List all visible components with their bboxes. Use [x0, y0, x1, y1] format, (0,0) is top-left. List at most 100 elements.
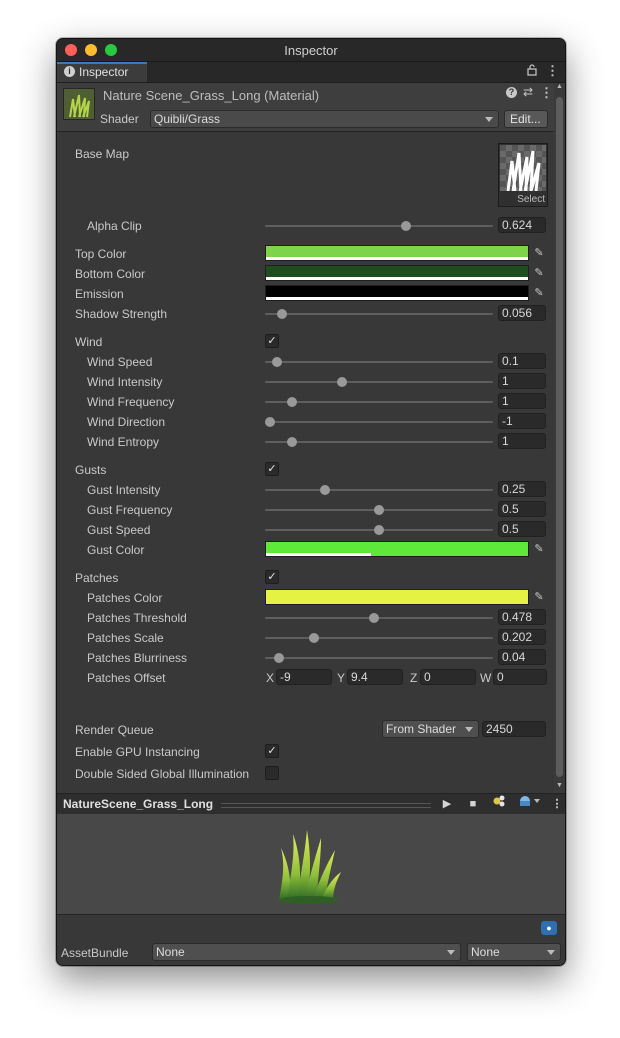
patches-blurriness-slider[interactable] — [265, 653, 493, 663]
gust-intensity-slider[interactable] — [265, 485, 493, 495]
material-preview[interactable] — [57, 814, 565, 914]
wind-intensity-label: Wind Intensity — [87, 375, 163, 389]
eyedropper-icon[interactable]: ✎ — [531, 285, 547, 301]
wind-intensity-slider-thumb[interactable] — [336, 377, 347, 387]
render-queue-input[interactable]: 2450 — [482, 721, 546, 737]
emission-color-field[interactable] — [265, 285, 529, 301]
offset-y-input[interactable]: 9.4 — [347, 669, 403, 685]
wind-speed-slider-thumb[interactable] — [271, 357, 282, 367]
preview-menu-icon[interactable]: ⋮ — [547, 794, 565, 814]
patches-color-field[interactable] — [265, 589, 529, 605]
offset-z-input[interactable]: 0 — [420, 669, 476, 685]
shader-dropdown[interactable]: Quibli/Grass — [150, 110, 499, 128]
gust-frequency-input[interactable]: 0.5 — [498, 501, 546, 517]
wind-speed-slider[interactable] — [265, 357, 493, 367]
eyedropper-icon[interactable]: ✎ — [531, 541, 547, 557]
alpha-clip-input[interactable]: 0.624 — [498, 217, 546, 233]
component-menu-icon[interactable]: ⋮ — [540, 85, 553, 101]
info-icon: i — [64, 66, 75, 77]
wind-frequency-input[interactable]: 1 — [498, 393, 546, 409]
preview-drag-handle[interactable] — [221, 803, 431, 808]
patches-threshold-slider-thumb[interactable] — [369, 613, 380, 623]
material-header: Nature Scene_Grass_Long (Material) ? ⇄ ⋮… — [57, 83, 565, 132]
gust-speed-input[interactable]: 0.5 — [498, 521, 546, 537]
gust-color-label: Gust Color — [87, 543, 145, 557]
render-queue-label: Render Queue — [75, 723, 154, 737]
lighting-icon[interactable] — [489, 794, 509, 814]
render-queue-mode: From Shader — [386, 722, 457, 736]
tag-icon[interactable]: ● — [541, 921, 557, 935]
scroll-up-icon[interactable]: ▲ — [556, 83, 563, 90]
patches-offset-label: Patches Offset — [87, 671, 166, 685]
wind-entropy-slider[interactable] — [265, 437, 493, 447]
scroll-down-icon[interactable]: ▼ — [556, 782, 563, 789]
wind-intensity-slider[interactable] — [265, 377, 493, 387]
wind-intensity-input[interactable]: 1 — [498, 373, 546, 389]
patches-threshold-input[interactable]: 0.478 — [498, 609, 546, 625]
eyedropper-icon[interactable]: ✎ — [531, 589, 547, 605]
shadow-strength-input[interactable]: 0.056 — [498, 305, 546, 321]
lock-icon[interactable] — [527, 64, 537, 79]
tab-inspector-label: Inspector — [79, 65, 129, 79]
gust-intensity-slider-thumb[interactable] — [319, 485, 330, 495]
asset-bundle-name-dropdown[interactable]: None — [152, 943, 461, 961]
scrollbar-thumb[interactable] — [556, 97, 563, 777]
eyedropper-icon[interactable]: ✎ — [531, 245, 547, 261]
gust-frequency-slider-thumb[interactable] — [374, 505, 384, 515]
gust-speed-slider[interactable] — [265, 525, 493, 535]
tab-inspector[interactable]: i Inspector — [57, 62, 147, 82]
gust-color-field[interactable] — [265, 541, 529, 557]
patches-blurriness-input[interactable]: 0.04 — [498, 649, 546, 665]
gpu-instancing-checkbox[interactable]: ✓ — [265, 744, 279, 758]
offset-x-input[interactable]: -9 — [276, 669, 332, 685]
window-title: Inspector — [284, 43, 338, 58]
patches-scale-slider-thumb[interactable] — [309, 633, 320, 643]
patches-threshold-slider[interactable] — [265, 613, 493, 623]
render-queue-dropdown[interactable]: From Shader — [382, 720, 479, 738]
shadow-strength-slider-thumb[interactable] — [277, 309, 288, 319]
wind-entropy-input[interactable]: 1 — [498, 433, 546, 449]
alpha-clip-slider[interactable] — [265, 221, 493, 231]
gust-frequency-slider[interactable] — [265, 505, 493, 515]
preset-icon[interactable]: ⇄ — [523, 85, 533, 99]
edit-shader-button[interactable]: Edit... — [504, 110, 548, 128]
gust-speed-slider-thumb[interactable] — [374, 525, 384, 535]
offset-w-input[interactable]: 0 — [493, 669, 547, 685]
wind-frequency-slider-thumb[interactable] — [286, 397, 297, 407]
wind-speed-input[interactable]: 0.1 — [498, 353, 546, 369]
eyedropper-icon[interactable]: ✎ — [531, 265, 547, 281]
wind-speed-label: Wind Speed — [87, 355, 153, 369]
wind-direction-slider-thumb[interactable] — [265, 417, 275, 427]
wind-direction-input[interactable]: -1 — [498, 413, 546, 429]
asset-bundle-variant-dropdown[interactable]: None — [467, 943, 561, 961]
shader-value: Quibli/Grass — [154, 112, 221, 126]
wind-checkbox[interactable]: ✓ — [265, 334, 279, 348]
wind-entropy-slider-thumb[interactable] — [286, 437, 297, 447]
alpha-clip-slider-thumb[interactable] — [401, 221, 412, 231]
gust-intensity-input[interactable]: 0.25 — [498, 481, 546, 497]
wind-frequency-slider[interactable] — [265, 397, 493, 407]
inspector-scrollbar[interactable]: ▲ ▼ — [554, 83, 565, 793]
stop-icon[interactable]: ■ — [463, 794, 483, 814]
top-color-field[interactable] — [265, 245, 529, 261]
shadow-strength-slider[interactable] — [265, 309, 493, 319]
base-map-texture-slot[interactable]: Select — [498, 143, 548, 207]
offset-z-label: Z — [410, 671, 418, 685]
preview-mesh-dropdown[interactable] — [515, 794, 545, 814]
asset-bundle-label: AssetBundle — [61, 946, 129, 960]
patches-checkbox[interactable]: ✓ — [265, 570, 279, 584]
wind-direction-slider[interactable] — [265, 417, 493, 427]
bottom-color-field[interactable] — [265, 265, 529, 281]
tab-menu-icon[interactable]: ⋮ — [546, 63, 559, 79]
gusts-checkbox[interactable]: ✓ — [265, 462, 279, 476]
help-icon[interactable]: ? — [506, 87, 517, 98]
base-map-select-button[interactable]: Select — [517, 194, 545, 205]
double-sided-gi-checkbox[interactable] — [265, 766, 279, 780]
patches-blurriness-slider-thumb[interactable] — [273, 653, 284, 663]
patches-scale-input[interactable]: 0.202 — [498, 629, 546, 645]
offset-y-label: Y — [337, 671, 346, 685]
patches-scale-slider[interactable] — [265, 633, 493, 643]
play-icon[interactable]: ▶ — [437, 794, 457, 814]
base-map-preview — [500, 145, 546, 192]
patches-threshold-label: Patches Threshold — [87, 611, 187, 625]
